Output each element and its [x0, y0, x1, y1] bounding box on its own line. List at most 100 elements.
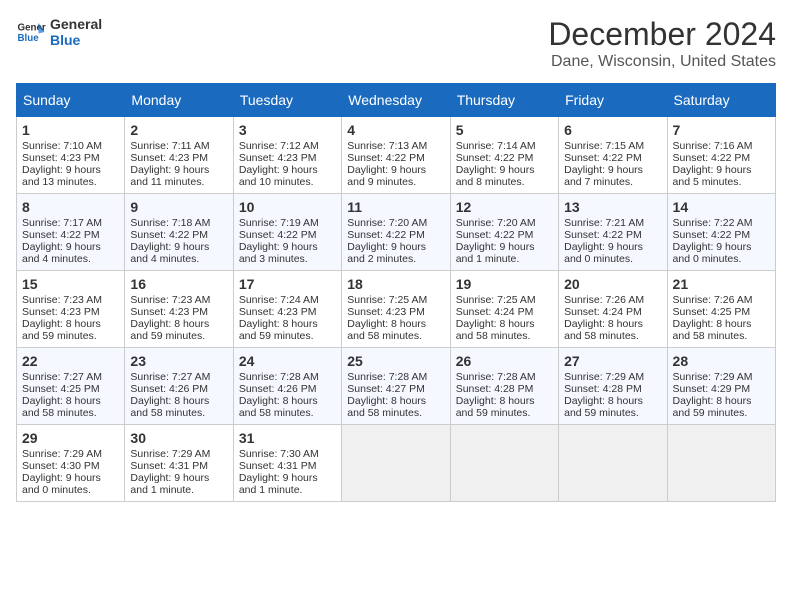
day-info-line: and 59 minutes.: [456, 407, 553, 419]
day-info-line: Sunset: 4:30 PM: [22, 460, 119, 472]
calendar-week-row: 1Sunrise: 7:10 AMSunset: 4:23 PMDaylight…: [17, 117, 776, 194]
day-info-line: Daylight: 8 hours: [347, 318, 444, 330]
day-info-line: and 59 minutes.: [130, 330, 227, 342]
day-info-line: and 5 minutes.: [673, 176, 770, 188]
day-info-line: Sunset: 4:22 PM: [456, 152, 553, 164]
title-block: December 2024 Dane, Wisconsin, United St…: [548, 16, 776, 71]
day-info-line: Sunrise: 7:29 AM: [564, 371, 661, 383]
day-info-line: Sunset: 4:31 PM: [130, 460, 227, 472]
day-number: 17: [239, 276, 336, 292]
calendar-week-row: 22Sunrise: 7:27 AMSunset: 4:25 PMDayligh…: [17, 348, 776, 425]
day-info-line: Sunrise: 7:25 AM: [456, 294, 553, 306]
calendar-table: SundayMondayTuesdayWednesdayThursdayFrid…: [16, 83, 776, 502]
calendar-cell: [559, 425, 667, 502]
day-info-line: Sunset: 4:23 PM: [130, 152, 227, 164]
day-number: 2: [130, 122, 227, 138]
day-info-line: and 58 minutes.: [347, 407, 444, 419]
day-info-line: Sunset: 4:23 PM: [22, 306, 119, 318]
day-info-line: Sunrise: 7:18 AM: [130, 217, 227, 229]
calendar-week-row: 8 Sunrise: 7:17 AM Sunset: 4:22 PM Daylight…: [17, 194, 776, 271]
day-info-line: and 11 minutes.: [130, 176, 227, 188]
calendar-cell: 18Sunrise: 7:25 AMSunset: 4:23 PMDayligh…: [342, 271, 450, 348]
svg-text:Blue: Blue: [18, 33, 40, 44]
day-info-line: Sunset: 4:22 PM: [347, 229, 444, 241]
day-info-line: Sunset: 4:22 PM: [347, 152, 444, 164]
calendar-cell: [667, 425, 775, 502]
day-info-line: Sunset: 4:24 PM: [456, 306, 553, 318]
day-info-line: Sunrise: 7:20 AM: [347, 217, 444, 229]
calendar-cell: 9Sunrise: 7:18 AMSunset: 4:22 PMDaylight…: [125, 194, 233, 271]
day-number: 4: [347, 122, 444, 138]
day-info-line: Sunset: 4:26 PM: [130, 383, 227, 395]
day-number: 19: [456, 276, 553, 292]
day-info-line: Sunrise: 7:28 AM: [456, 371, 553, 383]
day-info-line: Sunset: 4:22 PM: [564, 229, 661, 241]
day-info-line: and 58 minutes.: [673, 330, 770, 342]
day-info-line: Sunrise: 7:30 AM: [239, 448, 336, 460]
calendar-cell: 23Sunrise: 7:27 AMSunset: 4:26 PMDayligh…: [125, 348, 233, 425]
day-info-line: Sunset: 4:23 PM: [347, 306, 444, 318]
day-info-line: Daylight: 9 hours: [673, 241, 770, 253]
day-info-line: Sunrise: 7:17 AM: [22, 217, 119, 229]
day-info-line: Daylight: 8 hours: [347, 395, 444, 407]
calendar-subtitle: Dane, Wisconsin, United States: [548, 53, 776, 71]
calendar-cell: 19Sunrise: 7:25 AMSunset: 4:24 PMDayligh…: [450, 271, 558, 348]
day-info-line: and 58 minutes.: [239, 407, 336, 419]
day-info-line: Sunrise: 7:24 AM: [239, 294, 336, 306]
day-number: 23: [130, 353, 227, 369]
calendar-cell: 21Sunrise: 7:26 AMSunset: 4:25 PMDayligh…: [667, 271, 775, 348]
day-info-line: Sunset: 4:23 PM: [130, 306, 227, 318]
day-info-line: and 58 minutes.: [130, 407, 227, 419]
day-info-line: Daylight: 8 hours: [564, 318, 661, 330]
day-info-line: and 58 minutes.: [456, 330, 553, 342]
day-info-line: Sunrise: 7:20 AM: [456, 217, 553, 229]
day-number: 8: [22, 199, 119, 215]
day-number: 26: [456, 353, 553, 369]
weekday-header: Wednesday: [342, 84, 450, 117]
day-info-line: Daylight: 9 hours: [22, 241, 119, 253]
calendar-cell: [450, 425, 558, 502]
day-info-line: and 1 minute.: [239, 484, 336, 496]
day-info-line: Daylight: 8 hours: [239, 318, 336, 330]
calendar-cell: 5Sunrise: 7:14 AMSunset: 4:22 PMDaylight…: [450, 117, 558, 194]
calendar-cell: 24Sunrise: 7:28 AMSunset: 4:26 PMDayligh…: [233, 348, 341, 425]
calendar-cell: 17 Sunrise: 7:24 AMSunset: 4:23 PMDayligh…: [233, 271, 341, 348]
day-info-line: Sunrise: 7:29 AM: [22, 448, 119, 460]
calendar-cell: 20Sunrise: 7:26 AMSunset: 4:24 PMDayligh…: [559, 271, 667, 348]
calendar-cell: 16Sunrise: 7:23 AMSunset: 4:23 PMDayligh…: [125, 271, 233, 348]
calendar-cell: 25Sunrise: 7:28 AMSunset: 4:27 PMDayligh…: [342, 348, 450, 425]
day-info-line: Daylight: 9 hours: [456, 164, 553, 176]
calendar-cell: 29Sunrise: 7:29 AMSunset: 4:30 PMDayligh…: [17, 425, 125, 502]
logo: General Blue General Blue: [16, 16, 102, 48]
day-info-line: and 59 minutes.: [239, 330, 336, 342]
day-info-line: Daylight: 9 hours: [564, 164, 661, 176]
day-number: 21: [673, 276, 770, 292]
weekday-header: Saturday: [667, 84, 775, 117]
day-info-line: and 2 minutes.: [347, 253, 444, 265]
day-info-line: and 1 minute.: [130, 484, 227, 496]
day-info-line: Daylight: 8 hours: [130, 395, 227, 407]
day-info-line: Sunrise: 7:23 AM: [130, 294, 227, 306]
calendar-title: December 2024: [548, 16, 776, 53]
day-info-line: Sunrise: 7:19 AM: [239, 217, 336, 229]
day-number: 9: [130, 199, 227, 215]
day-info-line: Sunset: 4:22 PM: [130, 229, 227, 241]
day-number: 28: [673, 353, 770, 369]
calendar-cell: 30Sunrise: 7:29 AMSunset: 4:31 PMDayligh…: [125, 425, 233, 502]
day-info-line: Sunset: 4:23 PM: [239, 306, 336, 318]
day-info-line: and 7 minutes.: [564, 176, 661, 188]
day-info-line: and 59 minutes.: [22, 330, 119, 342]
day-info-line: Daylight: 8 hours: [239, 395, 336, 407]
day-info-line: Sunrise: 7:16 AM: [673, 140, 770, 152]
calendar-cell: 6Sunrise: 7:15 AMSunset: 4:22 PMDaylight…: [559, 117, 667, 194]
day-number: 7: [673, 122, 770, 138]
weekday-header: Tuesday: [233, 84, 341, 117]
calendar-week-row: 15Sunrise: 7:23 AMSunset: 4:23 PMDayligh…: [17, 271, 776, 348]
day-info-line: Sunset: 4:24 PM: [564, 306, 661, 318]
day-number: 11: [347, 199, 444, 215]
weekday-header: Monday: [125, 84, 233, 117]
day-info-line: Sunset: 4:28 PM: [564, 383, 661, 395]
calendar-header-row: SundayMondayTuesdayWednesdayThursdayFrid…: [17, 84, 776, 117]
day-info-line: and 0 minutes.: [564, 253, 661, 265]
day-info-line: and 58 minutes.: [22, 407, 119, 419]
